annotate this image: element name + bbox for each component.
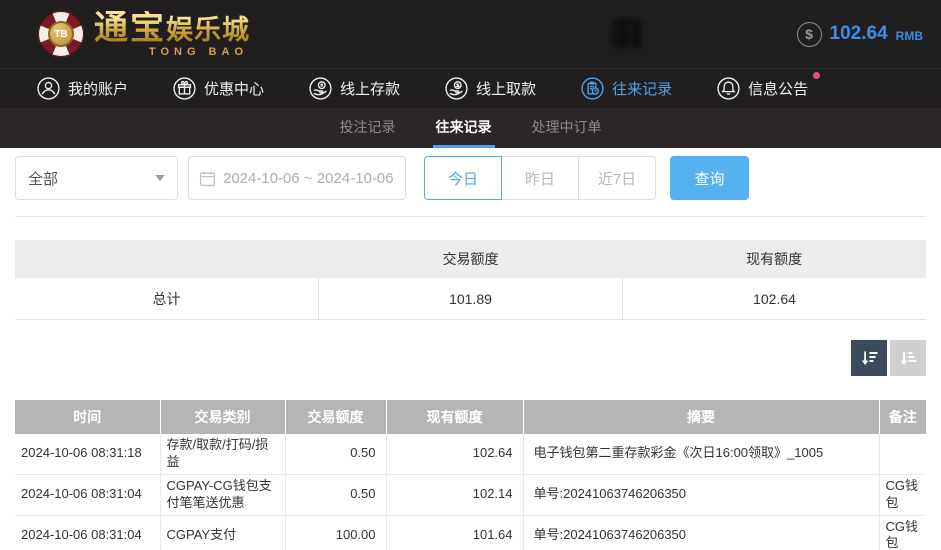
logo-name-sub: 娱乐城 [166,15,250,45]
summary-header: 交易额度 现有额度 [15,240,926,278]
records-icon [580,76,605,101]
tab-pending-orders[interactable]: 处理中订单 [529,108,605,148]
cell-type: CGPAY-CG钱包支付笔笔送优惠 [160,474,285,515]
col-header-time[interactable]: 时间 [15,400,160,434]
select-value: 全部 [28,168,58,189]
nav-label: 我的账户 [68,78,128,99]
notification-dot [813,72,820,79]
tab-betting-records[interactable]: 投注记录 [337,108,399,148]
cell-amount: 100.00 [285,515,386,550]
record-subtabs: 投注记录 往来记录 处理中订单 [0,108,941,148]
nav-item-my-account[interactable]: 我的账户 [36,76,128,101]
page: TB 通宝娱乐城 TONG BAO $ 102.64 RMB [0,0,941,550]
dollar-coin-icon: $ [797,22,822,47]
summary-header-transaction: 交易额度 [319,249,623,269]
cell-type: 存款/取款/打码/损益 [160,434,285,474]
wallet-balance[interactable]: $ 102.64 RMB [797,22,923,47]
top-header: TB 通宝娱乐城 TONG BAO $ 102.64 RMB [0,0,941,68]
summary-total-label: 总计 [15,289,318,309]
col-header-note[interactable]: 备注 [879,400,926,434]
content: 全部 2024-10-06 ~ 2024-10-06 今日 昨日 近7日 查询 [0,148,941,550]
col-header-balance[interactable]: 现有额度 [386,400,523,434]
nav-label: 优惠中心 [204,78,264,99]
balance-amount: 102.64 [830,23,888,45]
col-header-summary[interactable]: 摘要 [523,400,879,434]
logo-text: 通宝娱乐城 TONG BAO [94,11,250,58]
date-range-value: 2024-10-06 ~ 2024-10-06 [223,170,394,187]
poker-chip-icon: TB [38,11,84,57]
cell-time: 2024-10-06 08:31:04 [15,474,160,515]
cell-note: CG钱包 [879,515,926,550]
deposit-icon [308,76,333,101]
cell-time: 2024-10-06 08:31:18 [15,434,160,474]
nav-item-promotions[interactable]: 优惠中心 [172,76,264,101]
col-header-type[interactable]: 交易类别 [160,400,285,434]
today-button[interactable]: 今日 [424,156,502,200]
sort-ascending-icon [898,348,918,368]
logo-name-main: 通宝 [94,9,166,47]
nav-item-withdraw[interactable]: 线上取款 [444,76,536,101]
summary-balance-total: 102.64 [623,291,926,307]
summary-header-balance: 现有额度 [622,249,926,269]
type-filter-select[interactable]: 全部 [15,156,178,200]
balance-currency: RMB [896,29,923,43]
transactions-table: 时间 交易类别 交易额度 现有额度 摘要 备注 2024-10-06 08:31… [15,400,926,550]
nav-item-deposit[interactable]: 线上存款 [308,76,400,101]
summary-transaction-total: 101.89 [318,278,623,319]
cell-summary: 单号:20241063746206350 [523,515,879,550]
sort-descending-button[interactable] [851,340,887,376]
calendar-icon [199,170,216,187]
gift-icon [172,76,197,101]
main-nav: 我的账户 优惠中心 线上存款 [0,68,941,108]
chevron-down-icon [155,175,165,181]
cell-amount: 0.50 [285,474,386,515]
cell-balance: 102.14 [386,474,523,515]
search-button[interactable]: 查询 [670,156,749,200]
cell-amount: 0.50 [285,434,386,474]
nav-label: 线上取款 [476,78,536,99]
table-header-row: 时间 交易类别 交易额度 现有额度 摘要 备注 [15,400,926,434]
nav-item-announcements[interactable]: 信息公告 [716,76,808,101]
col-header-amount[interactable]: 交易额度 [285,400,386,434]
divider [15,216,926,217]
table-row: 2024-10-06 08:31:04 CGPAY支付 100.00 101.6… [15,515,926,550]
summary-total-row: 总计 101.89 102.64 [15,278,926,320]
user-icon [36,76,61,101]
quick-date-group: 今日 昨日 近7日 [424,156,656,200]
user-name-blurred [647,23,755,45]
sort-ascending-button[interactable] [890,340,926,376]
cell-type: CGPAY支付 [160,515,285,550]
yesterday-button[interactable]: 昨日 [501,156,579,200]
username-redacted[interactable] [611,19,755,49]
sort-descending-icon [859,348,879,368]
date-range-input[interactable]: 2024-10-06 ~ 2024-10-06 [188,156,406,200]
site-logo[interactable]: TB 通宝娱乐城 TONG BAO [38,11,250,58]
cell-time: 2024-10-06 08:31:04 [15,515,160,550]
user-avatar-blurred [611,19,641,49]
nav-label: 信息公告 [748,78,808,99]
last7days-button[interactable]: 近7日 [578,156,656,200]
cell-note [879,434,926,474]
header-right: $ 102.64 RMB [611,19,923,49]
nav-label: 往来记录 [612,78,672,99]
bell-icon [716,76,741,101]
logo-latin: TONG BAO [149,47,248,58]
table-row: 2024-10-06 08:31:04 CGPAY-CG钱包支付笔笔送优惠 0.… [15,474,926,515]
sort-controls [15,340,926,376]
cell-note: CG钱包 [879,474,926,515]
cell-summary: 电子钱包第二重存款彩金《次日16:00领取》_1005 [523,434,879,474]
table-row: 2024-10-06 08:31:18 存款/取款/打码/损益 0.50 102… [15,434,926,474]
nav-item-transaction-records[interactable]: 往来记录 [580,76,672,101]
chip-monogram: TB [48,21,74,47]
cell-balance: 102.64 [386,434,523,474]
cell-summary: 单号:20241063746206350 [523,474,879,515]
summary-table: 交易额度 现有额度 总计 101.89 102.64 [15,240,926,320]
nav-label: 线上存款 [340,78,400,99]
cell-balance: 101.64 [386,515,523,550]
withdraw-icon [444,76,469,101]
tab-transaction-records[interactable]: 往来记录 [433,108,495,148]
filter-row: 全部 2024-10-06 ~ 2024-10-06 今日 昨日 近7日 查询 [15,156,926,200]
